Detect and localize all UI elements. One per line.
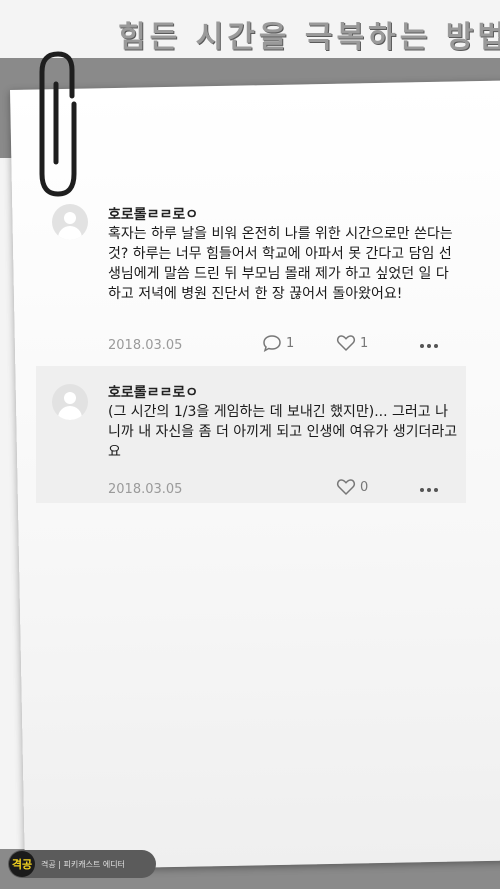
like-count: 1 xyxy=(360,335,369,351)
source-text: 격공 | 피키캐스트 에디터 xyxy=(41,859,125,869)
dot-icon xyxy=(420,344,424,348)
more-options-button[interactable] xyxy=(420,344,438,348)
source-badge: 격공 격공 | 피키캐스트 에디터 xyxy=(8,850,156,878)
comment-text: 혹자는 하루 날을 비워 온전히 나를 위한 시간으로만 쓴다는 것? 하루는 … xyxy=(108,226,453,302)
source-logo: 격공 xyxy=(9,851,35,877)
like-button[interactable]: 1 xyxy=(336,334,368,352)
dot-icon xyxy=(434,344,438,348)
comment-author[interactable]: 호로롤ㄹㄹ로ㅇ xyxy=(108,204,198,224)
page: 힘든 시간을 극복하는 방법 호로롤ㄹㄹ로ㅇ 혹자는 하루 날을 비워 온전히 … xyxy=(0,0,500,889)
reply-comment-item: 호로롤ㄹㄹ로ㅇ (그 시간의 1/3을 게임하는 데 보내긴 했지만)... 그… xyxy=(36,366,466,503)
comment-author[interactable]: 호로롤ㄹㄹ로ㅇ xyxy=(108,382,198,402)
dot-icon xyxy=(420,488,424,492)
reply-button[interactable]: 1 xyxy=(262,334,294,352)
heart-icon xyxy=(336,479,356,495)
paperclip-icon xyxy=(39,51,77,197)
heart-icon xyxy=(336,335,356,351)
like-button[interactable]: 0 xyxy=(336,478,368,496)
comment-date: 2018.03.05 xyxy=(108,482,183,497)
comment-text: (그 시간의 1/3을 게임하는 데 보내긴 했지만)... 그러고 나니까 내… xyxy=(108,404,458,460)
avatar[interactable] xyxy=(52,384,88,420)
comment-item: 호로롤ㄹㄹ로ㅇ 혹자는 하루 날을 비워 온전히 나를 위한 시간으로만 쓴다는… xyxy=(36,186,466,366)
avatar[interactable] xyxy=(52,204,88,240)
reply-count: 1 xyxy=(286,335,295,351)
dot-icon xyxy=(427,488,431,492)
speech-bubble-icon xyxy=(263,335,281,352)
like-count: 0 xyxy=(360,479,369,495)
more-options-button[interactable] xyxy=(420,488,438,492)
page-title: 힘든 시간을 극복하는 방법 xyxy=(118,20,500,55)
comment-date: 2018.03.05 xyxy=(108,338,183,353)
dot-icon xyxy=(427,344,431,348)
dot-icon xyxy=(434,488,438,492)
